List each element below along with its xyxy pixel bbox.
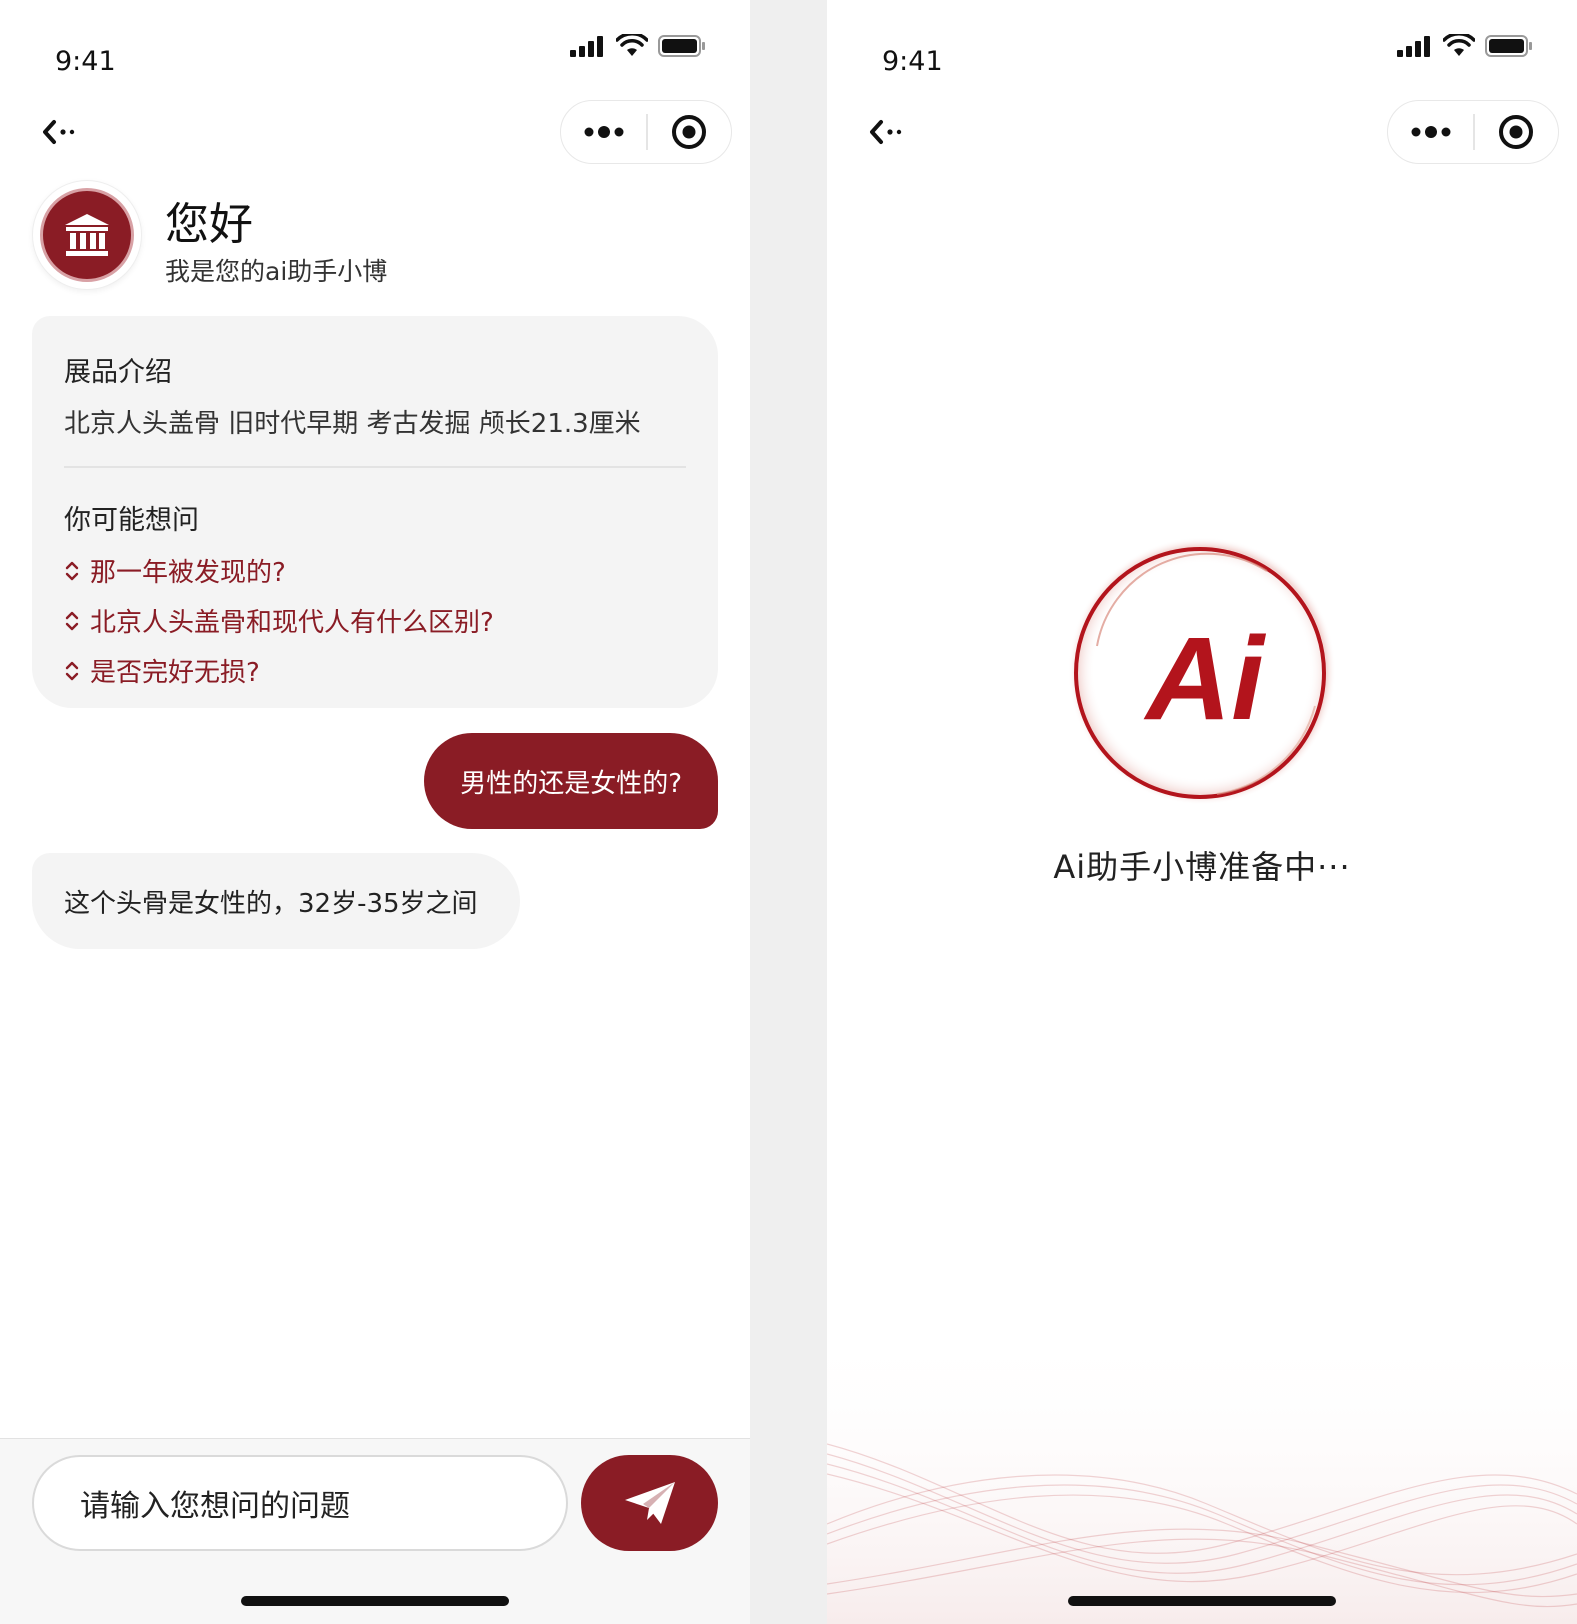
close-button[interactable]	[1475, 101, 1558, 163]
status-icons	[1397, 34, 1533, 58]
chat-screen: 9:41 您好 我是您的ai助手小博 展品介绍 北京人头盖骨 旧时代早期 考古发…	[0, 0, 750, 1624]
suggestion-label: 那一年被发现的?	[90, 558, 286, 588]
card-divider	[64, 466, 686, 468]
suggestion-item[interactable]: 北京人头盖骨和现代人有什么区别?	[64, 605, 686, 638]
home-indicator	[241, 1596, 509, 1606]
signal-icon	[570, 36, 603, 57]
wave-decoration	[827, 1324, 1577, 1624]
close-button[interactable]	[648, 101, 731, 163]
loading-text: Ai助手小博准备中···	[1053, 848, 1351, 886]
user-message-bubble: 男性的还是女性的?	[424, 733, 718, 829]
input-bar: 请输入您想问的问题	[0, 1438, 750, 1624]
bot-message-bubble: 这个头骨是女性的，32岁-35岁之间	[32, 853, 520, 949]
greeting-subtitle: 我是您的ai助手小博	[165, 257, 388, 286]
battery-icon	[658, 35, 705, 57]
more-button[interactable]	[561, 101, 646, 163]
status-time: 9:41	[882, 46, 943, 77]
send-button[interactable]	[581, 1455, 718, 1551]
expand-arrows-icon	[65, 661, 79, 680]
assistant-avatar	[32, 180, 142, 290]
loading-screen: 9:41 Ai Ai助手小博准备中···	[827, 0, 1577, 1624]
question-input[interactable]: 请输入您想问的问题	[32, 1455, 568, 1551]
expand-arrows-icon	[65, 611, 79, 630]
more-button[interactable]	[1388, 101, 1473, 163]
exhibit-card: 展品介绍 北京人头盖骨 旧时代早期 考古发掘 颅长21.3厘米 你可能想问 那一…	[32, 316, 718, 708]
mini-program-capsule	[1387, 100, 1559, 164]
suggestion-item[interactable]: 那一年被发现的?	[64, 555, 686, 588]
signal-icon	[1397, 36, 1430, 57]
status-icons	[570, 34, 706, 58]
mini-program-capsule	[560, 100, 732, 164]
suggestion-item[interactable]: 是否完好无损?	[64, 655, 686, 688]
intro-heading: 展品介绍	[64, 357, 172, 388]
status-time: 9:41	[55, 46, 116, 77]
battery-icon	[1485, 35, 1532, 57]
wifi-icon	[616, 34, 648, 56]
expand-arrows-icon	[65, 561, 79, 580]
suggestion-label: 是否完好无损?	[90, 658, 260, 688]
close-target-icon	[672, 115, 707, 149]
ai-logo-text: Ai	[1143, 613, 1266, 745]
more-dots-icon	[1411, 126, 1451, 138]
ai-logo: Ai	[1067, 536, 1337, 806]
museum-icon	[65, 214, 109, 256]
back-home-icon[interactable]	[38, 112, 82, 152]
wifi-icon	[1443, 34, 1475, 56]
intro-text: 北京人头盖骨 旧时代早期 考古发掘 颅长21.3厘米	[64, 409, 641, 439]
suggestion-label: 北京人头盖骨和现代人有什么区别?	[90, 608, 494, 638]
paper-plane-icon	[624, 1482, 675, 1524]
suggest-heading: 你可能想问	[64, 504, 199, 536]
greeting-title: 您好	[165, 199, 253, 250]
close-target-icon	[1499, 115, 1534, 149]
more-dots-icon	[584, 126, 624, 138]
back-home-icon[interactable]	[865, 112, 909, 152]
home-indicator	[1068, 1596, 1336, 1606]
